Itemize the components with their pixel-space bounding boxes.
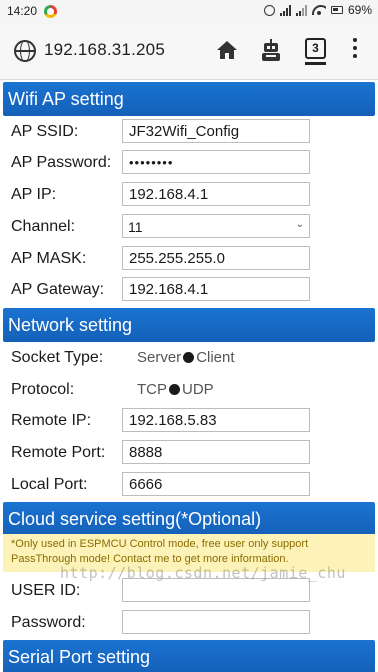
ap-password-label: AP Password: — [11, 154, 112, 171]
signal-icon — [279, 4, 291, 16]
row-cloud-password: Password: — [11, 610, 371, 638]
channel-label: Channel: — [11, 218, 76, 235]
channel-select[interactable]: 11 ⌄ — [122, 214, 310, 238]
row-remote-port: Remote Port: 8888 — [11, 440, 371, 468]
status-time: 14:20 — [7, 4, 38, 18]
ap-mask-label: AP MASK: — [11, 250, 87, 267]
status-icons: 69% — [263, 3, 372, 17]
ap-ssid-label: AP SSID: — [11, 123, 79, 140]
socket-client-label[interactable]: Client — [196, 349, 234, 366]
chevron-down-icon: ⌄ — [295, 219, 304, 230]
section-header-network: Network setting — [3, 308, 375, 342]
row-socket-type: Socket Type: Server Client — [11, 345, 371, 373]
row-ap-mask: AP MASK: 255.255.255.0 — [11, 246, 371, 274]
row-ap-gateway: AP Gateway: 192.168.4.1 — [11, 277, 371, 305]
row-user-id: USER ID: — [11, 578, 371, 606]
tabs-icon[interactable]: 3 — [305, 38, 326, 59]
row-local-port: Local Port: 6666 — [11, 472, 371, 500]
cloud-notice-line1: *Only used in ESPMCU Control mode, free … — [11, 538, 309, 550]
section-header-cloud: Cloud service setting(*Optional) — [3, 502, 375, 536]
watermark: http://blog.csdn.net/jamie_chu — [60, 564, 346, 582]
row-remote-ip: Remote IP: 192.168.5.83 — [11, 408, 371, 436]
ap-password-input[interactable]: •••••••• — [122, 150, 310, 174]
ap-gateway-label: AP Gateway: — [11, 281, 105, 298]
page-content: Wifi AP setting AP SSID: JF32Wifi_Config… — [0, 80, 378, 672]
local-port-label: Local Port: — [11, 476, 88, 493]
channel-value: 11 — [128, 219, 143, 235]
socket-type-label: Socket Type: — [11, 349, 104, 366]
section-header-serial: Serial Port setting — [3, 640, 375, 672]
protocol-tcp-radio[interactable] — [124, 384, 135, 395]
socket-type-radio-group: Server Client — [122, 349, 235, 366]
protocol-label: Protocol: — [11, 381, 75, 398]
alarm-icon — [263, 4, 275, 16]
robot-icon[interactable] — [259, 38, 283, 62]
ap-gateway-input[interactable]: 192.168.4.1 — [122, 277, 310, 301]
more-vert-icon[interactable] — [352, 38, 358, 60]
socket-client-radio[interactable] — [183, 352, 195, 363]
row-channel: Channel: 11 ⌄ — [11, 214, 371, 242]
socket-server-label[interactable]: Server — [137, 349, 181, 366]
ap-ip-input[interactable]: 192.168.4.1 — [122, 182, 310, 206]
row-ap-password: AP Password: •••••••• — [11, 150, 371, 178]
battery-icon — [330, 6, 343, 14]
notification-app-icon — [44, 5, 57, 18]
socket-server-radio[interactable] — [124, 352, 135, 363]
row-ap-ip: AP IP: 192.168.4.1 — [11, 182, 371, 210]
remote-ip-input[interactable]: 192.168.5.83 — [122, 408, 310, 432]
ap-ip-label: AP IP: — [11, 186, 57, 203]
ap-mask-input[interactable]: 255.255.255.0 — [122, 246, 310, 270]
protocol-radio-group: TCP UDP — [122, 381, 214, 398]
row-ap-ssid: AP SSID: JF32Wifi_Config — [11, 119, 371, 147]
protocol-udp-radio[interactable] — [169, 384, 180, 395]
remote-ip-label: Remote IP: — [11, 412, 92, 429]
remote-port-label: Remote Port: — [11, 444, 106, 461]
section-header-wifi-ap: Wifi AP setting — [3, 82, 375, 116]
protocol-tcp-label[interactable]: TCP — [137, 381, 167, 398]
browser-toolbar: 192.168.31.205 3 — [0, 24, 378, 80]
local-port-input[interactable]: 6666 — [122, 472, 310, 496]
signal-icon — [295, 4, 307, 16]
address-bar[interactable]: 192.168.31.205 — [44, 40, 165, 60]
status-bar: 14:20 69% — [0, 0, 378, 24]
user-id-label: USER ID: — [11, 582, 81, 599]
home-icon[interactable] — [215, 38, 239, 62]
remote-port-input[interactable]: 8888 — [122, 440, 310, 464]
cloud-password-input[interactable] — [122, 610, 310, 634]
cloud-password-label: Password: — [11, 614, 86, 631]
globe-icon[interactable] — [14, 40, 36, 62]
battery-percent: 69% — [347, 3, 372, 17]
ap-ssid-input[interactable]: JF32Wifi_Config — [122, 119, 310, 143]
protocol-udp-label[interactable]: UDP — [182, 381, 214, 398]
tabs-indicator — [305, 62, 326, 65]
row-protocol: Protocol: TCP UDP — [11, 377, 371, 405]
wifi-icon — [311, 5, 326, 15]
